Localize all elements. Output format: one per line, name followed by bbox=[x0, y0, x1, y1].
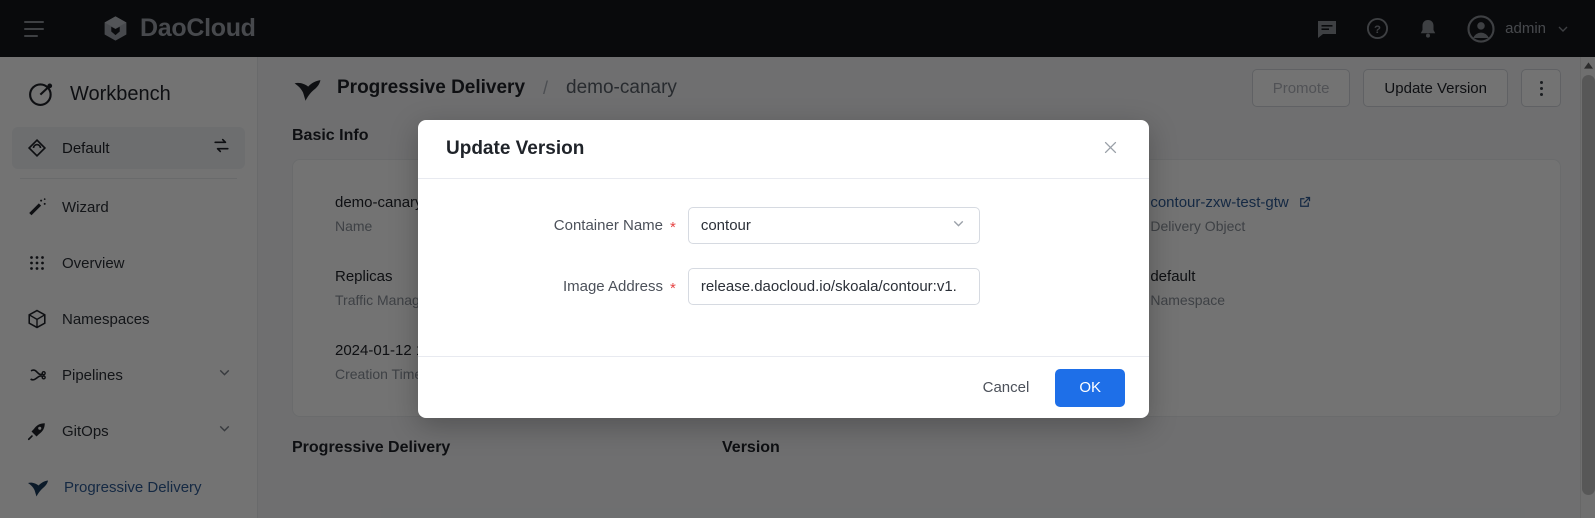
dialog-title: Update Version bbox=[446, 138, 584, 160]
required-marker: * bbox=[670, 280, 676, 297]
image-address-value: release.daocloud.io/skoala/contour:v1. bbox=[701, 278, 957, 295]
image-address-label: Image Address bbox=[418, 278, 663, 295]
image-address-input[interactable]: release.daocloud.io/skoala/contour:v1. bbox=[688, 268, 980, 305]
dialog-footer: Cancel OK bbox=[418, 356, 1149, 418]
ok-button[interactable]: OK bbox=[1055, 369, 1125, 407]
form-row-image-address: Image Address * release.daocloud.io/skoa… bbox=[418, 268, 1149, 305]
chevron-down-icon bbox=[950, 215, 967, 236]
container-name-select[interactable]: contour bbox=[688, 207, 980, 244]
update-version-dialog: Update Version Container Name * contour bbox=[418, 120, 1149, 418]
required-marker: * bbox=[670, 219, 676, 236]
container-name-value: contour bbox=[701, 217, 751, 234]
form-row-container-name: Container Name * contour bbox=[418, 207, 1149, 244]
dialog-header: Update Version bbox=[418, 120, 1149, 179]
container-name-label: Container Name bbox=[418, 217, 663, 234]
cancel-button[interactable]: Cancel bbox=[971, 370, 1042, 405]
dialog-body: Container Name * contour Image Address *… bbox=[418, 179, 1149, 356]
close-icon[interactable] bbox=[1096, 135, 1125, 164]
app-root: DaoCloud ? bbox=[0, 0, 1595, 518]
